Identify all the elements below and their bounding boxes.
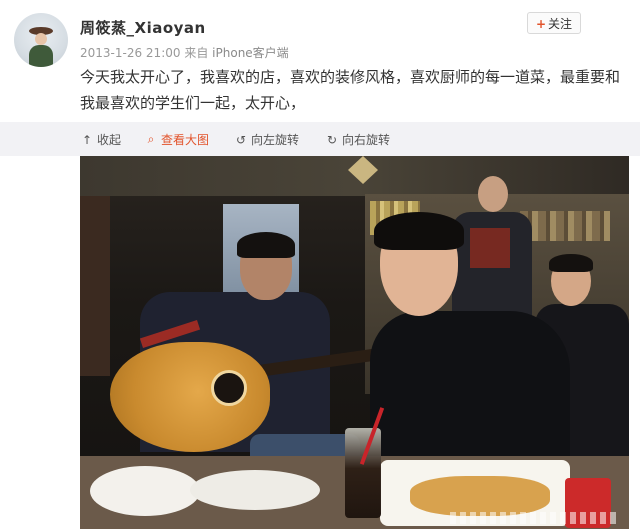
photo-watermark <box>450 512 620 524</box>
post-header: 周筱蒸_Xiaoyan 2013-1-26 21:00 来自 iPhone客户端… <box>0 0 640 122</box>
photo-glass <box>345 428 381 518</box>
view-large-button[interactable]: ⌕ 查看大图 <box>144 131 209 148</box>
photo-plate <box>190 470 320 510</box>
photo-man-hair <box>374 212 464 250</box>
plus-icon: + <box>535 17 547 31</box>
follow-label: 关注 <box>548 17 573 31</box>
rotate-right-icon: ↻ <box>326 132 338 147</box>
arrow-up-icon: ↑ <box>81 132 93 147</box>
rotate-left-button[interactable]: ↺ 向左旋转 <box>234 131 299 148</box>
magnifier-icon: ⌕ <box>147 132 155 146</box>
rotate-left-icon: ↺ <box>235 132 247 147</box>
rotate-right-button[interactable]: ↻ 向右旋转 <box>325 131 390 148</box>
source-client[interactable]: iPhone客户端 <box>212 46 289 60</box>
timestamp[interactable]: 2013-1-26 21:00 <box>80 46 181 60</box>
image-toolbar: ↑ 收起 ⌕ 查看大图 ↺ 向左旋转 ↻ 向右旋转 <box>0 122 640 156</box>
avatar-body <box>29 45 53 67</box>
follow-button[interactable]: + 关注 <box>527 12 581 34</box>
collapse-label: 收起 <box>97 133 122 147</box>
post-text: 今天我太开心了，我喜欢的店，喜欢的装修风格，喜欢厨师的每一道菜，最重要和我最喜欢… <box>80 68 621 112</box>
post-photo[interactable] <box>80 156 629 529</box>
source-prefix: 来自 <box>184 46 209 60</box>
avatar-face <box>35 33 47 45</box>
photo-plate <box>90 466 200 516</box>
collapse-button[interactable]: ↑ 收起 <box>80 131 121 148</box>
photo-guitarist-hair <box>237 232 295 258</box>
rotate-right-label: 向右旋转 <box>342 133 391 147</box>
photo-guitar-soundhole <box>211 370 247 406</box>
username[interactable]: 周筱蒸_Xiaoyan <box>80 17 206 38</box>
rotate-left-label: 向左旋转 <box>251 133 300 147</box>
photo-standing-head <box>478 176 508 212</box>
post-meta: 2013-1-26 21:00 来自 iPhone客户端 <box>80 44 289 61</box>
avatar[interactable] <box>14 13 68 67</box>
view-large-label: 查看大图 <box>161 133 210 147</box>
photo-pasta <box>410 476 550 516</box>
